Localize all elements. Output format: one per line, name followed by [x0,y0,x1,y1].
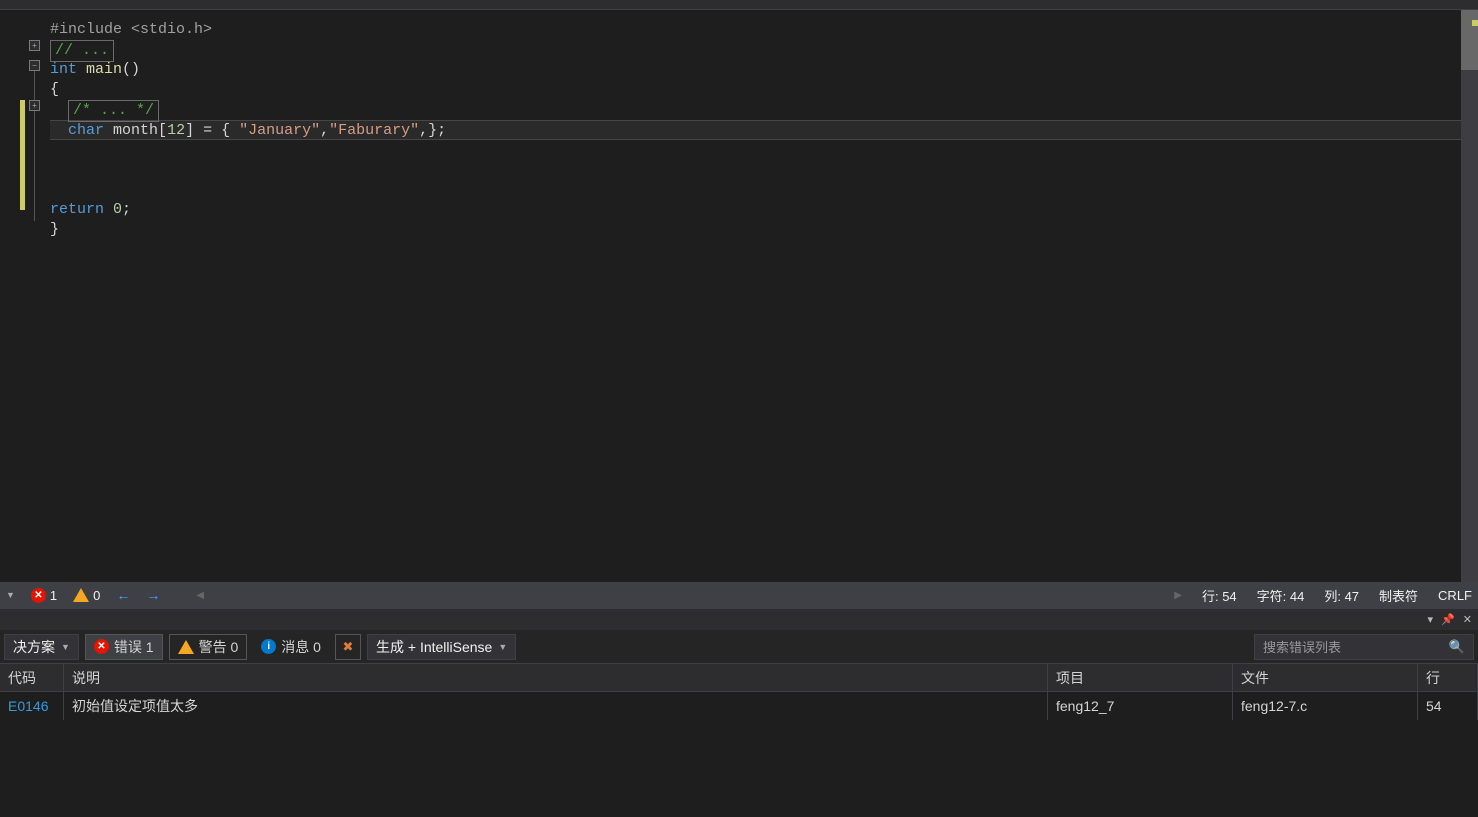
close-icon[interactable]: ✕ [1463,613,1472,626]
col-desc: 说明 [64,664,1048,691]
error-row[interactable]: E0146初始值设定项值太多feng12_7feng12-7.c54 [0,692,1478,720]
fold-toggle[interactable] [29,40,40,51]
status-line: 行: 54 [1202,586,1237,605]
filter-icon: ✖ [343,639,354,655]
nav-forward-icon[interactable]: → [146,587,160,603]
col-file: 文件 [1233,664,1418,691]
scroll-right-icon[interactable]: ▶ [1174,590,1182,601]
code-line[interactable]: #include <stdio.h> [50,20,1478,40]
scope-dropdown[interactable]: 决方案▼ [4,634,79,660]
error-list-toolbar: 决方案▼ ✕ 错误 1 警告 0 i 消息 0 ✖ 生成 + IntelliSe… [0,630,1478,664]
nav-back-icon[interactable]: ← [116,587,130,603]
error-list-table: 代码 说明 项目 文件 行 E0146初始值设定项值太多feng12_7feng… [0,664,1478,812]
code-line[interactable]: { [50,80,1478,100]
code-line[interactable] [50,180,1478,200]
code-line[interactable] [50,140,1478,160]
fold-toggle[interactable] [29,60,40,71]
top-tab-bar [0,0,1478,10]
error-count[interactable]: ✕ 1 [31,588,57,603]
editor-scrollbar[interactable] [1461,10,1478,582]
col-line: 行 [1418,664,1478,691]
code-line[interactable]: int main() [50,60,1478,80]
col-code: 代码 [0,664,64,691]
code-line[interactable]: /* ... */ [50,100,1478,120]
code-line[interactable]: return 0; [50,200,1478,220]
warning-icon [178,640,194,654]
fold-column [25,10,50,582]
warnings-filter[interactable]: 警告 0 [169,634,248,660]
code-line[interactable]: // ... [50,40,1478,60]
error-icon: ✕ [31,588,46,603]
status-col: 列: 47 [1324,586,1359,605]
dropdown-icon[interactable]: ▼ [6,590,15,600]
code-line[interactable] [50,160,1478,180]
error-search-input[interactable]: 搜索错误列表 🔍 [1254,634,1474,660]
code-line[interactable]: char month[12] = { "January","Faburary",… [50,120,1478,140]
panel-header: ▾ 📌 ✕ [0,608,1478,630]
warning-count[interactable]: 0 [73,588,100,603]
panel-menu-icon[interactable]: ▾ [1428,613,1434,626]
code-content[interactable]: #include <stdio.h>// ...int main(){ /* .… [50,10,1478,582]
pin-icon[interactable]: 📌 [1441,613,1455,626]
status-indent[interactable]: 制表符 [1379,586,1418,605]
change-gutter [0,10,25,582]
fold-toggle[interactable] [29,100,40,111]
status-lineend[interactable]: CRLF [1438,588,1472,603]
build-intellisense-dropdown[interactable]: 生成 + IntelliSense▼ [367,634,516,660]
col-proj: 项目 [1048,664,1233,691]
code-editor[interactable]: #include <stdio.h>// ...int main(){ /* .… [0,10,1478,582]
info-icon: i [261,639,276,654]
status-char: 字符: 44 [1257,586,1305,605]
editor-status-bar: ▼ ✕ 1 0 ← → ◀ ▶ 行: 54 字符: 44 列: 47 制表符 C… [0,582,1478,608]
clear-filter-button[interactable]: ✖ [335,634,361,660]
warning-icon [73,588,89,602]
code-line[interactable]: } [50,220,1478,240]
scroll-left-icon[interactable]: ◀ [196,590,204,601]
error-table-header[interactable]: 代码 说明 项目 文件 行 [0,664,1478,692]
errors-filter[interactable]: ✕ 错误 1 [85,634,163,660]
error-icon: ✕ [94,639,109,654]
search-icon: 🔍 [1449,639,1465,655]
messages-filter[interactable]: i 消息 0 [253,634,329,660]
